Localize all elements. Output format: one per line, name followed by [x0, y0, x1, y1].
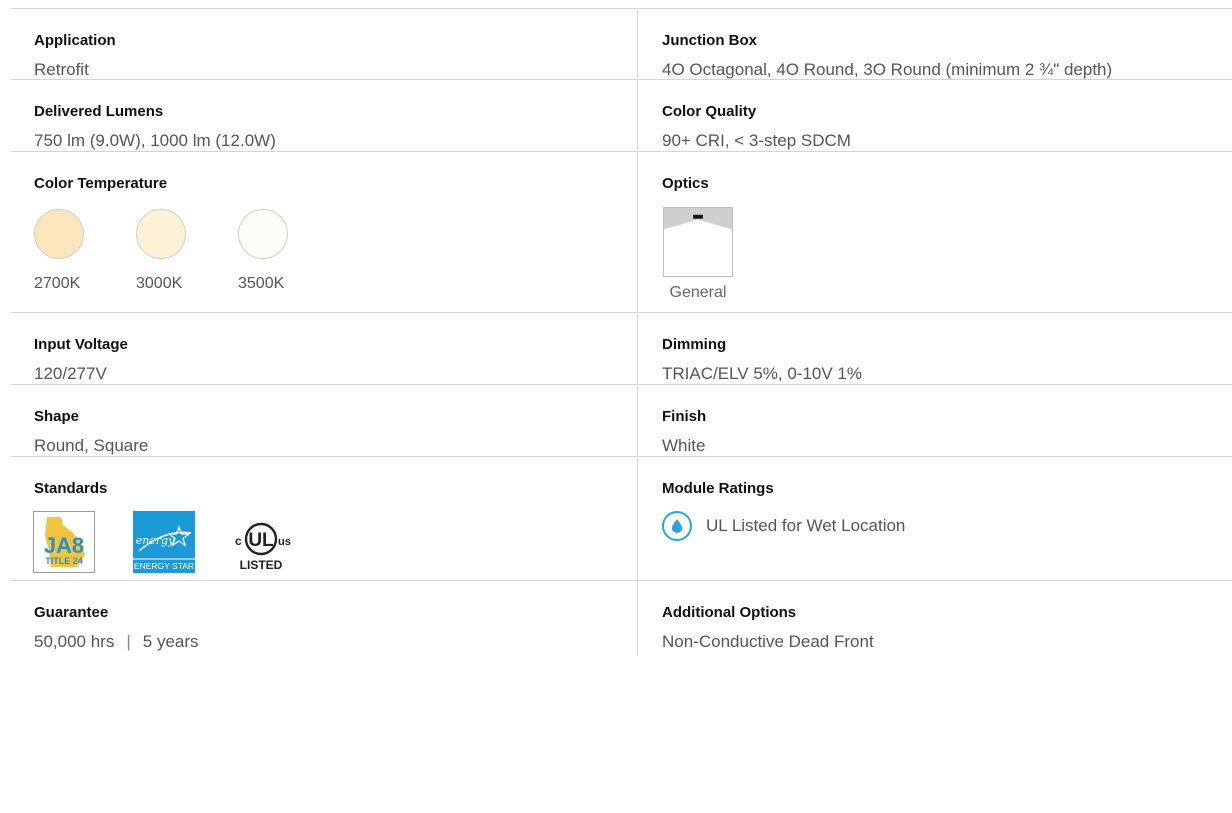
spec-value: 120/277V	[34, 364, 107, 383]
ul-c: c	[235, 534, 242, 548]
spec-value: UL Listed for Wet Location	[706, 516, 906, 535]
color-swatch-circle	[34, 209, 84, 259]
ul-mark: UL	[248, 530, 274, 551]
spec-cell-optics: Optics General	[638, 152, 1232, 312]
spec-cell-junction-box: Junction Box 4O Octagonal, 4O Round, 3O …	[638, 9, 1232, 79]
spec-row: Guarantee 50,000 hrs | 5 years Additional …	[10, 581, 1232, 656]
spec-value: TRIAC/ELV 5%, 0-10V 1%	[662, 364, 862, 383]
spec-label: Guarantee	[34, 604, 109, 621]
general-optic-icon	[663, 207, 733, 277]
swatch-label: 3500K	[238, 275, 285, 292]
spec-label: Application	[34, 32, 116, 49]
spec-row: Standards JA8 TITLE 24 energy ENERGY STA…	[10, 457, 1232, 581]
swatch-label: 3000K	[136, 275, 183, 292]
guarantee-hours: 50,000 hrs	[34, 632, 115, 651]
optic-label: General	[669, 284, 727, 301]
spec-cell-application: Application Retrofit	[10, 9, 638, 79]
spec-label: Dimming	[662, 336, 727, 353]
spec-label: Junction Box	[662, 32, 758, 49]
spec-row: Shape Round, Square Finish White	[10, 385, 1232, 457]
spec-value: Non-Conductive Dead Front	[662, 632, 874, 651]
spec-row: Input Voltage 120/277V Dimming TRIAC/ELV…	[10, 313, 1232, 385]
spec-value: 4O Octagonal, 4O Round, 3O Round (minimu…	[662, 60, 1113, 79]
spec-cell-standards: Standards JA8 TITLE 24 energy ENERGY STA…	[10, 457, 638, 580]
guarantee-years: 5 years	[142, 632, 199, 651]
energy-star-caption: ENERGY STAR	[134, 561, 194, 571]
ja8-text: JA8	[44, 533, 84, 558]
spec-label: Input Voltage	[34, 336, 128, 353]
spec-label: Delivered Lumens	[34, 103, 164, 120]
spec-cell-shape: Shape Round, Square	[10, 385, 638, 456]
energy-star-logo: energy ENERGY STAR	[133, 511, 195, 573]
spec-label: Color Quality	[662, 103, 757, 120]
swatch-label: 2700K	[34, 275, 81, 292]
spec-cell-dimming: Dimming TRIAC/ELV 5%, 0-10V 1%	[638, 313, 1232, 384]
spec-row: Application Retrofit Junction Box 4O Oct…	[10, 9, 1232, 80]
swatch-3000k[interactable]: 3000K	[136, 209, 238, 293]
energy-script: energy	[136, 534, 175, 547]
swatch-2700k[interactable]: 2700K	[34, 209, 136, 293]
spec-label: Shape	[34, 408, 80, 425]
spec-value: Round, Square	[34, 436, 149, 455]
certification-logos: JA8 TITLE 24 energy ENERGY STAR c UL us …	[33, 511, 637, 573]
color-temperature-swatches: 2700K 3000K 3500K	[34, 209, 637, 293]
spec-value: 50,000 hrs | 5 years	[34, 631, 637, 653]
color-swatch-circle	[136, 209, 186, 259]
spec-value: 90+ CRI, < 3-step SDCM	[662, 131, 851, 150]
spec-label: Optics	[662, 175, 709, 192]
spec-cell-delivered-lumens: Delivered Lumens 750 lm (9.0W), 1000 lm …	[10, 80, 638, 151]
ul-listed: LISTED	[240, 558, 283, 572]
spec-table: Application Retrofit Junction Box 4O Oct…	[10, 8, 1232, 656]
guarantee-separator: |	[126, 632, 131, 651]
spec-row: Color Temperature 2700K 3000K 3500K Opti…	[10, 152, 1232, 313]
spec-row: Delivered Lumens 750 lm (9.0W), 1000 lm …	[10, 80, 1232, 152]
spec-cell-additional-options: Additional Options Non-Conductive Dead F…	[638, 581, 1232, 656]
ul-listed-logo: c UL us LISTED	[235, 522, 291, 572]
spec-label: Standards	[34, 480, 108, 497]
spec-value: 750 lm (9.0W), 1000 lm (12.0W)	[34, 131, 276, 150]
color-swatch-circle	[238, 209, 288, 259]
spec-cell-color-temperature: Color Temperature 2700K 3000K 3500K	[10, 152, 638, 312]
spec-value: Retrofit	[34, 60, 89, 79]
spec-cell-guarantee: Guarantee 50,000 hrs | 5 years	[10, 581, 638, 656]
spec-cell-color-quality: Color Quality 90+ CRI, < 3-step SDCM	[638, 80, 1232, 151]
spec-cell-module-ratings: Module Ratings UL Listed for Wet Locatio…	[638, 457, 1232, 580]
spec-value: White	[662, 436, 706, 455]
spec-label: Finish	[662, 408, 707, 425]
water-drop-icon	[662, 511, 692, 541]
ja8-title24-logo: JA8 TITLE 24	[33, 511, 95, 573]
spec-cell-finish: Finish White	[638, 385, 1232, 456]
ul-us: us	[278, 536, 291, 548]
spec-label: Additional Options	[662, 604, 797, 621]
spec-cell-input-voltage: Input Voltage 120/277V	[10, 313, 638, 384]
swatch-3500k[interactable]: 3500K	[238, 209, 340, 293]
optic-option-general[interactable]: General	[663, 207, 733, 302]
spec-label: Module Ratings	[662, 480, 774, 497]
title24-text: TITLE 24	[45, 556, 83, 566]
spec-label: Color Temperature	[34, 175, 168, 192]
module-rating-item: UL Listed for Wet Location	[662, 511, 1232, 541]
